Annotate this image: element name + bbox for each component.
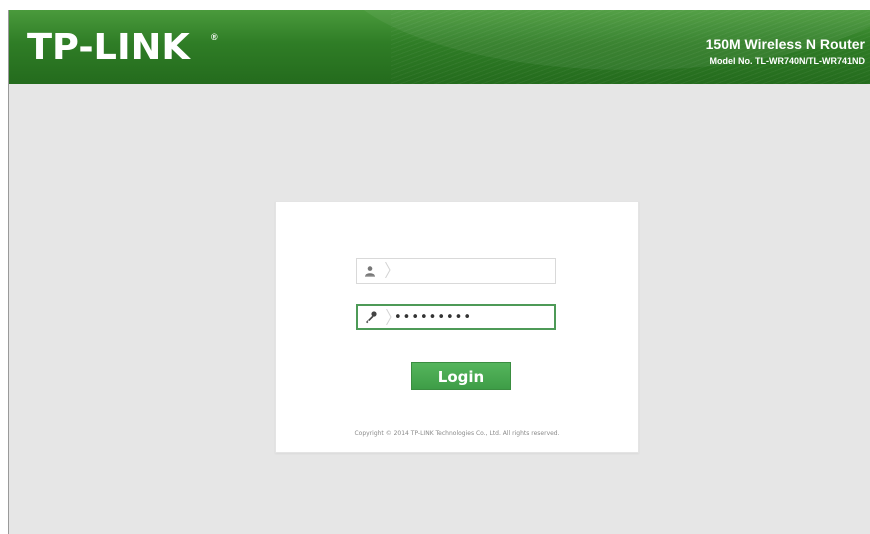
registered-mark: ® (211, 32, 218, 42)
tp-link-logo: TP-LINK (27, 27, 190, 68)
key-icon (358, 306, 384, 328)
field-separator (385, 262, 391, 278)
username-field[interactable] (356, 258, 556, 284)
user-icon (357, 259, 383, 283)
header-banner: TP-LINK ® 150M Wireless N Router Model N… (9, 10, 870, 84)
browser-viewport: TP-LINK ® 150M Wireless N Router Model N… (8, 10, 870, 534)
copyright-text: Copyright © 2014 TP-LINK Technologies Co… (354, 430, 560, 437)
username-input[interactable] (393, 259, 551, 283)
field-separator (386, 309, 392, 325)
password-field[interactable] (356, 304, 556, 330)
password-input[interactable] (394, 306, 550, 328)
product-name: 150M Wireless N Router (705, 36, 865, 52)
product-info: 150M Wireless N Router Model No. TL-WR74… (706, 36, 865, 68)
login-button[interactable]: Login (411, 362, 511, 390)
model-number: Model No. TL-WR740N/TL-WR741ND (709, 56, 865, 66)
login-panel: Login Copyright © 2014 TP-LINK Technolog… (275, 201, 639, 453)
